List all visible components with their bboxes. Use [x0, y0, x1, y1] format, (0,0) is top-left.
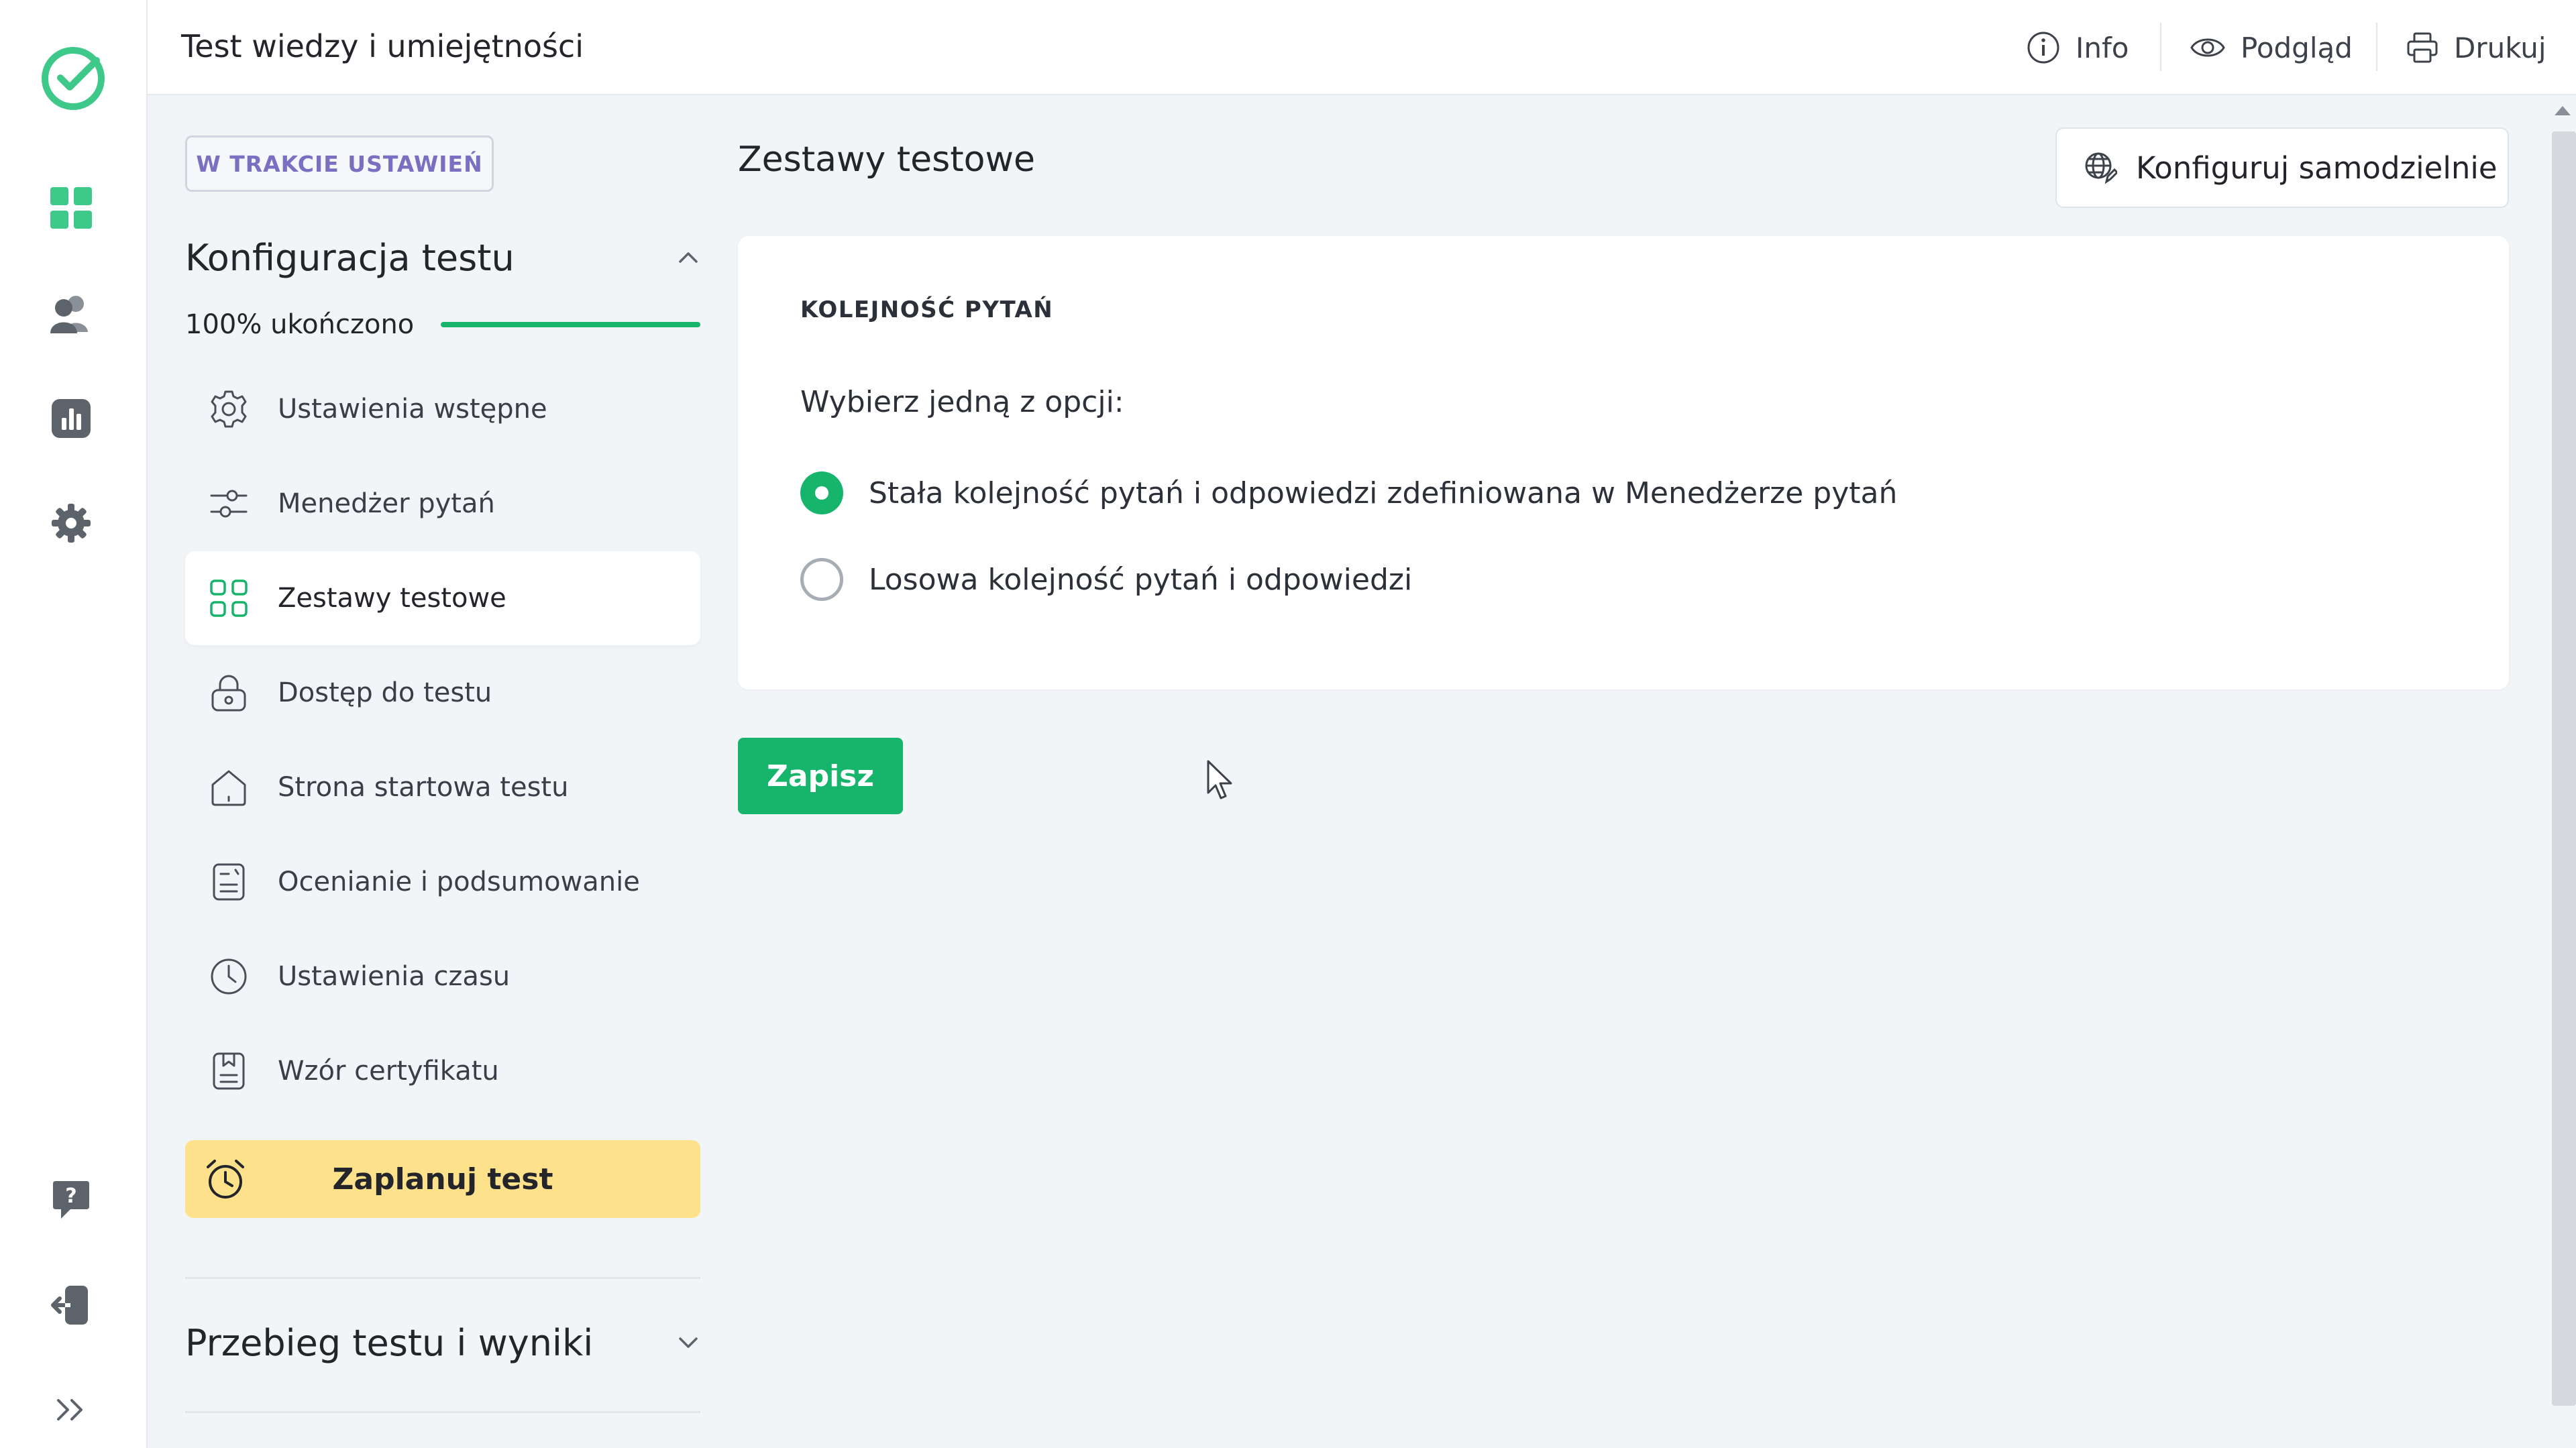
top-separator	[2160, 23, 2161, 71]
radio-unselected[interactable]	[800, 558, 843, 601]
status-badge: W TRAKCIE USTAWIEŃ	[185, 135, 494, 192]
card-prompt: Wybierz jedną z opcji:	[800, 385, 1124, 419]
radio-selected[interactable]	[800, 471, 843, 514]
radio-option-random-order[interactable]: Losowa kolejność pytań i odpowiedzi	[800, 556, 1412, 603]
radio-option-label: Losowa kolejność pytań i odpowiedzi	[869, 562, 1413, 597]
sliders-icon	[208, 483, 250, 524]
card-heading: KOLEJNOŚĆ PYTAŃ	[800, 296, 1054, 323]
app-title: Test wiedzy i umiejętności	[181, 28, 584, 64]
top-separator	[2376, 23, 2377, 71]
logout-icon[interactable]	[47, 1281, 95, 1329]
sidebar-item-label: Menedżer pytań	[278, 488, 495, 519]
logo-check-icon[interactable]	[39, 44, 107, 113]
help-question-icon[interactable]: ?	[47, 1176, 95, 1225]
sidebar-item-label: Wzór certyfikatu	[278, 1056, 499, 1087]
progress-bar-fill	[441, 322, 700, 327]
sidebar-divider	[185, 1411, 700, 1413]
section-results-header[interactable]: Przebieg testu i wyniki	[185, 1316, 700, 1370]
globe-edit-icon	[2085, 152, 2117, 184]
top-bar: Test wiedzy i umiejętności Info Podgląd …	[148, 0, 2576, 95]
schedule-test-label: Zaplanuj test	[332, 1162, 553, 1196]
save-button[interactable]: Zapisz	[738, 738, 903, 814]
sidebar-item-label: Strona startowa testu	[278, 772, 569, 803]
eye-icon	[2190, 38, 2225, 57]
dashboard-grid-icon[interactable]	[47, 184, 95, 232]
preview-label: Podgląd	[2241, 31, 2353, 64]
svg-text:?: ?	[65, 1184, 76, 1208]
settings-gear-icon[interactable]	[47, 499, 95, 547]
users-icon[interactable]	[47, 290, 95, 338]
info-icon	[2027, 32, 2059, 64]
configure-manually-button[interactable]: Konfiguruj samodzielnie	[2055, 127, 2509, 208]
print-label: Drukuj	[2454, 31, 2546, 64]
radio-option-fixed-order[interactable]: Stała kolejność pytań i odpowiedzi zdefi…	[800, 469, 1897, 516]
sidebar-item-label: Dostęp do testu	[278, 677, 492, 708]
info-button[interactable]: Info	[2026, 25, 2129, 70]
progress-bar	[441, 322, 700, 327]
sidebar-item-zestawy-testowe[interactable]: Zestawy testowe	[185, 551, 700, 645]
progress-label: 100% ukończono	[185, 309, 415, 340]
configure-manually-label: Konfiguruj samodzielnie	[2136, 150, 2498, 186]
sidebar-item-label: Zestawy testowe	[278, 583, 506, 614]
printer-icon	[2407, 32, 2438, 63]
expand-chevrons-icon[interactable]	[47, 1386, 95, 1434]
sidebar-item-ocenianie[interactable]: Ocenianie i podsumowanie	[185, 835, 700, 929]
chevron-up-icon[interactable]	[676, 249, 700, 266]
sidebar-item-wzor-certyfikatu[interactable]: Wzór certyfikatu	[185, 1024, 700, 1118]
sidebar-item-strona-startowa[interactable]: Strona startowa testu	[185, 740, 700, 834]
sidebar-item-label: Ocenianie i podsumowanie	[278, 867, 640, 897]
sidebar-item-label: Ustawienia wstępne	[278, 394, 547, 425]
preview-button[interactable]: Podgląd	[2190, 25, 2353, 70]
clock-icon	[208, 956, 250, 997]
home-icon	[208, 767, 250, 808]
grid-squares-icon	[208, 577, 250, 619]
document-grade-icon	[208, 861, 250, 903]
sidebar-item-menedzer-pytan[interactable]: Menedżer pytań	[185, 457, 700, 551]
gear-outline-icon	[208, 388, 250, 430]
section-config-title: Konfiguracja testu	[185, 236, 515, 279]
mouse-cursor-icon	[1207, 760, 1232, 799]
chevron-down-icon[interactable]	[676, 1335, 700, 1351]
alarm-clock-icon	[207, 1160, 244, 1199]
section-results-title: Przebieg testu i wyniki	[185, 1321, 594, 1364]
scrollbar-thumb[interactable]	[2552, 131, 2576, 1406]
page-title: Zestawy testowe	[738, 140, 1035, 180]
print-button[interactable]: Drukuj	[2406, 25, 2546, 70]
sidebar-item-ustawienia-wstepne[interactable]: Ustawienia wstępne	[185, 362, 700, 456]
radio-option-label: Stała kolejność pytań i odpowiedzi zdefi…	[869, 476, 1898, 510]
settings-menu: Ustawienia wstępne Menedżer pytań Zestaw…	[185, 362, 700, 1119]
sidebar-divider	[185, 1277, 700, 1279]
section-config-header[interactable]: Konfiguracja testu	[185, 231, 700, 284]
question-order-card: KOLEJNOŚĆ PYTAŃ Wybierz jedną z opcji: S…	[738, 236, 2509, 689]
info-label: Info	[2076, 31, 2129, 64]
icon-rail: ?	[0, 0, 148, 1448]
scroll-up-arrow[interactable]	[2555, 106, 2571, 115]
certificate-icon	[208, 1050, 250, 1092]
sidebar-item-label: Ustawienia czasu	[278, 961, 511, 992]
progress-row: 100% ukończono	[185, 306, 700, 343]
sidebar-item-dostep-do-testu[interactable]: Dostęp do testu	[185, 646, 700, 740]
reports-chart-icon[interactable]	[47, 394, 95, 443]
schedule-test-button[interactable]: Zaplanuj test	[185, 1140, 700, 1218]
lock-icon	[208, 672, 250, 714]
sidebar-item-ustawienia-czasu[interactable]: Ustawienia czasu	[185, 930, 700, 1023]
